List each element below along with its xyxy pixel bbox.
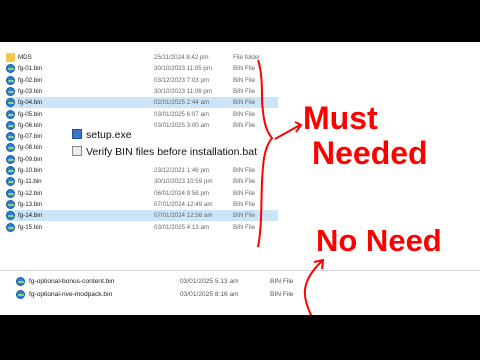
needed-label: Needed [312, 135, 428, 171]
arrow-to-must-mark [274, 121, 303, 140]
no-need-label: No Need [316, 223, 442, 258]
brace-mark [257, 59, 274, 248]
screenshot-frame: MDS 25/11/2024 8:42 pm File folder fg-01.bi… [0, 42, 480, 315]
arrow-to-no-need-mark [303, 258, 325, 315]
annotation-drawings [257, 59, 325, 315]
must-label: Must [303, 100, 378, 136]
